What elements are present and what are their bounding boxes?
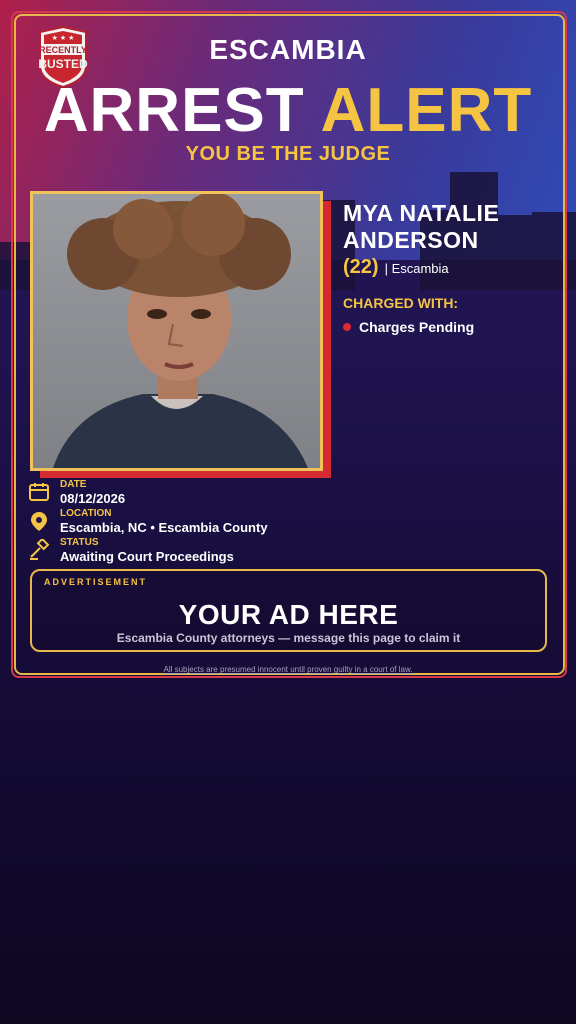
advertisement-box[interactable]: ADVERTISEMENT YOUR AD HERE Escambia Coun… xyxy=(30,569,547,652)
charge-item: Charges Pending xyxy=(343,319,474,335)
subject-name-line1: MYA NATALIE xyxy=(343,200,500,226)
subject-age-row: (22) | Escambia xyxy=(343,256,449,279)
red-dot-icon xyxy=(343,323,351,332)
headline-arrest: ARREST xyxy=(43,76,305,145)
advertisement-subtitle: Escambia County attorneys — message this… xyxy=(116,631,461,645)
location-value: Escambia, NC • Escambia County xyxy=(60,520,268,535)
county-title: ESCAMBIA xyxy=(209,34,367,65)
date-label: DATE xyxy=(60,479,87,490)
calendar-icon xyxy=(29,483,49,501)
legal-disclaimer: All subjects are presumed innocent until… xyxy=(163,665,413,674)
charge-text: Charges Pending xyxy=(359,319,475,335)
location-label: LOCATION xyxy=(60,508,112,519)
map-pin-icon xyxy=(31,512,47,531)
headline-alert: ALERT xyxy=(320,76,533,145)
charged-with-label: CHARGED WITH: xyxy=(343,295,459,311)
gavel-icon xyxy=(30,539,50,560)
tagline: YOU BE THE JUDGE xyxy=(185,143,391,165)
headline: ARREST ALERT xyxy=(0,78,576,144)
subject-age: (22) xyxy=(343,256,379,278)
subject-name: MYA NATALIE ANDERSON xyxy=(343,200,563,254)
status-value: Awaiting Court Proceedings xyxy=(60,549,234,564)
status-label: STATUS xyxy=(60,537,99,548)
advertisement-label: ADVERTISEMENT xyxy=(44,577,148,587)
advertisement-title: YOUR AD HERE xyxy=(178,599,399,630)
subject-name-line2: ANDERSON xyxy=(343,227,479,253)
date-value: 08/12/2026 xyxy=(60,491,126,506)
mugshot-photo xyxy=(30,191,323,471)
subject-county: | Escambia xyxy=(384,261,449,276)
